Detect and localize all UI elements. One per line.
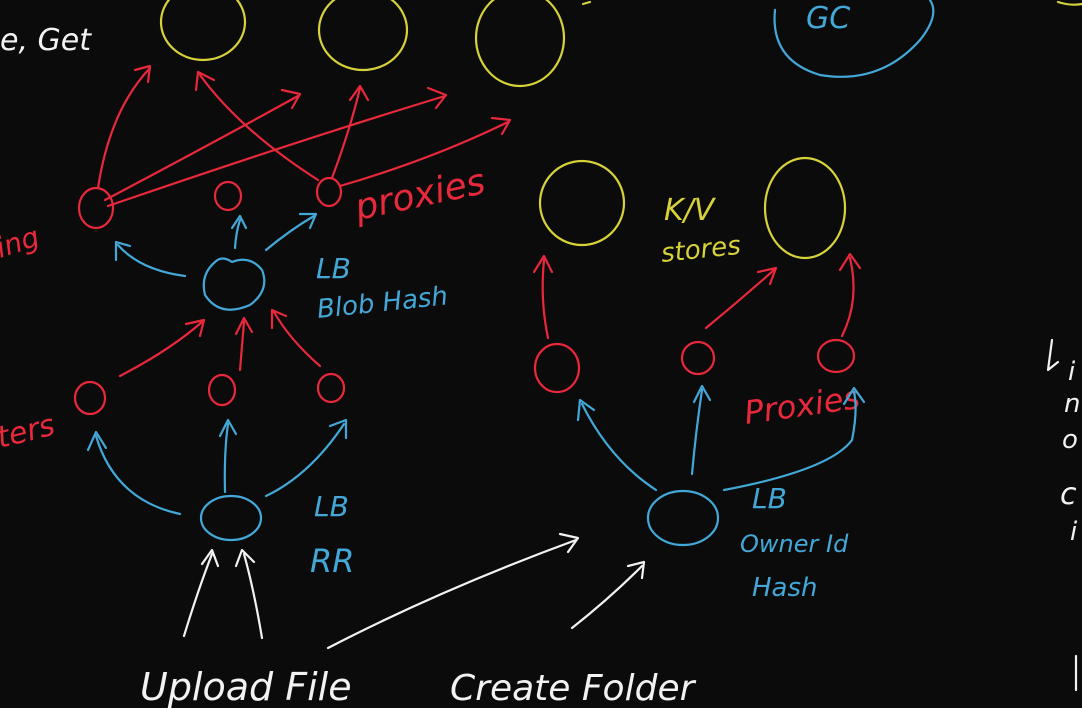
owner-hash-label: Hash — [752, 573, 818, 603]
proxies-top-label: proxies — [350, 161, 489, 229]
upload-server-cluster: ters — [0, 308, 346, 456]
gc-node: GC — [773, 0, 935, 78]
proxy-node-left — [77, 186, 115, 230]
right-edge-line-3: o — [1062, 425, 1078, 455]
lb-owner-node — [646, 489, 720, 547]
upload-file-label: Upload File — [140, 665, 352, 708]
top-storage-node-1 — [159, 0, 247, 62]
lb-owner-label: LB — [752, 482, 787, 515]
kv-proxy-left — [533, 342, 581, 394]
lb-blob-hash: LB Blob Hash — [114, 212, 450, 325]
stores-label: stores — [660, 231, 743, 269]
right-edge-brace — [1046, 338, 1060, 372]
kv-label: K/V — [664, 193, 717, 228]
kv-proxy-right — [816, 338, 856, 374]
create-folder-label: Create Folder — [450, 668, 697, 708]
rr-label: RR — [310, 542, 354, 580]
arrow-proxy-left-to-storage-1 — [96, 66, 152, 190]
arrow-upload-to-rr-2 — [242, 552, 264, 640]
blob-hash-label: Blob Hash — [316, 281, 450, 325]
top-storage-nodes — [159, 0, 1082, 88]
lb-blob-label: LB — [316, 252, 351, 285]
arrow-lb-to-proxy-right — [264, 214, 316, 252]
arrow-upload-to-rr-1 — [182, 552, 214, 638]
arrow-upload-to-owner-lb — [326, 538, 578, 650]
right-edge-text: i n o c i — [1046, 338, 1080, 692]
upload-server-left — [73, 380, 107, 416]
arrow-kv-proxy-left-to-store — [541, 258, 550, 340]
arrow-create-folder-to-owner-lb — [570, 564, 644, 630]
arrow-rr-to-server-left — [94, 434, 182, 516]
arrow-owner-lb-to-proxy-left — [580, 402, 658, 492]
kv-store-left — [538, 159, 626, 247]
arrow-kv-proxy-mid-to-store — [704, 268, 776, 330]
arrow-server-left-to-lb — [118, 320, 204, 378]
top-storage-node-3 — [474, 0, 566, 88]
lb-blob-node — [202, 257, 266, 311]
proxy-node-mid — [213, 180, 243, 212]
arrow-kv-proxy-right-to-store — [840, 256, 855, 338]
lb-rr-node — [199, 494, 263, 542]
arrow-rr-to-server-mid — [223, 422, 230, 494]
upload-server-mid — [207, 373, 237, 407]
owner-id-label: Owner Id — [740, 530, 849, 558]
upper-proxy-cluster: proxies ing — [0, 64, 512, 265]
arrow-proxy-right-to-storage-1 — [198, 73, 320, 182]
kv-proxy-mid — [680, 340, 716, 376]
right-edge-line-4: c — [1060, 477, 1077, 512]
kv-store-right — [763, 156, 847, 260]
kv-store-cluster: K/V stores — [538, 156, 847, 269]
arrow-rr-to-server-right — [264, 422, 346, 498]
right-edge-line-5: i — [1070, 517, 1078, 547]
right-edge-line-2: n — [1064, 389, 1080, 419]
proxy-node-right — [315, 176, 343, 208]
arrow-proxy-right-to-storage-2 — [330, 86, 362, 180]
top-right-fragment — [1056, 0, 1082, 6]
whiteboard-canvas: GC e, Get proxies ing LB Blob Hash ters … — [0, 0, 1082, 708]
top-left-label: e, Get — [0, 23, 92, 58]
top-storage-node-2 — [317, 0, 409, 72]
arrow-proxy-left-to-storage-2 — [103, 94, 300, 202]
right-edge-line-1: i — [1068, 357, 1076, 387]
lb-rr-label: LB — [314, 490, 349, 523]
left-red-label-2: ters — [0, 408, 58, 456]
client-requests: Upload File Create Folder — [140, 532, 697, 708]
arrow-server-right-to-lb — [272, 310, 322, 368]
top-storage-fragment — [581, 0, 592, 6]
arrow-lb-to-proxy-left — [116, 243, 187, 278]
lb-round-robin: LB RR — [86, 418, 354, 580]
upload-server-right — [316, 372, 346, 404]
left-red-label-1: ing — [0, 220, 43, 265]
gc-label: GC — [806, 1, 850, 36]
arrow-server-mid-to-lb — [238, 320, 246, 372]
